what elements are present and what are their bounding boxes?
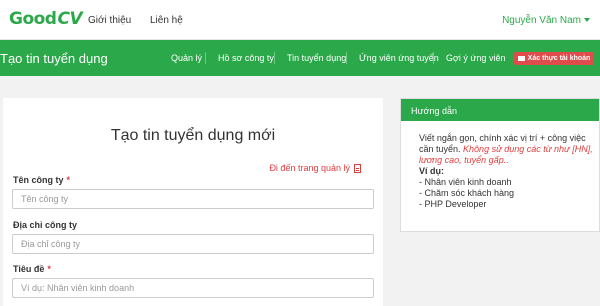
envelope-icon <box>517 56 525 61</box>
job-title-label-text: Tiêu đề <box>13 264 45 274</box>
guide-text-line: cần tuyển. Không sử dụng các từ như [HN]… <box>419 144 599 155</box>
guide-example-item: - PHP Developer <box>419 199 487 209</box>
company-name-label-text: Tên công ty <box>13 175 64 185</box>
nav-applicants[interactable]: Ứng viên ứng tuyển <box>359 53 439 63</box>
form-title: Tạo tin tuyển dụng mới <box>110 127 276 144</box>
guide-text-line: Viết ngắn gọn, chính xác vị trí + công v… <box>419 133 586 143</box>
guide-warning: Không sử dụng các từ như [HN], <box>463 144 593 154</box>
page-title: Tạo tin tuyển dụng <box>0 51 108 66</box>
nav-suggested-candidates[interactable]: Gợi ý ứng viên <box>446 53 505 63</box>
guide-heading: Hướng dẫn <box>401 99 599 121</box>
job-post-form-card: Tạo tin tuyển dụng mới Đi đến trang quản… <box>3 98 383 306</box>
nav-divider <box>205 52 206 64</box>
nav-job-posts[interactable]: Tin tuyển dụng <box>287 53 346 63</box>
company-name-input[interactable] <box>12 189 374 209</box>
logo-text-cv: CV <box>57 9 83 29</box>
guide-warning: lương cao, tuyển gấp.. <box>419 155 509 165</box>
guide-body: Viết ngắn gọn, chính xác vị trí + công v… <box>401 121 599 210</box>
nav-company-profile[interactable]: Hồ sơ công ty <box>218 53 274 63</box>
top-navbar: Good CV Giới thiệu Liên hệ Nguyễn Văn Nam <box>0 0 600 40</box>
nav-divider <box>346 52 347 64</box>
required-marker: * <box>47 264 51 274</box>
guide-example-item: - Chăm sóc khách hàng <box>419 188 515 198</box>
company-address-input[interactable] <box>12 234 374 254</box>
nav-link-about[interactable]: Giới thiệu <box>88 15 131 26</box>
user-name: Nguyễn Văn Nam <box>502 15 581 26</box>
nav-divider <box>274 52 275 64</box>
user-menu[interactable]: Nguyễn Văn Nam <box>502 15 590 26</box>
nav-divider <box>433 52 434 64</box>
job-title-label: Tiêu đề * <box>13 264 51 274</box>
goodcv-logo[interactable]: Good CV <box>9 8 83 30</box>
manage-link-label: Đi đến trang quản lý <box>269 163 350 173</box>
document-icon <box>354 163 361 173</box>
go-to-manage-link[interactable]: Đi đến trang quản lý <box>269 163 361 173</box>
employer-navbar: Tạo tin tuyển dụng Quản lý Hồ sơ công ty… <box>0 40 600 76</box>
nav-link-contact[interactable]: Liên hệ <box>150 15 183 26</box>
chevron-down-icon <box>584 18 590 22</box>
guide-text-fragment: cần tuyển. <box>419 144 461 154</box>
company-address-label: Địa chỉ công ty <box>13 220 78 230</box>
logo-text-good: Good <box>9 9 57 29</box>
required-marker: * <box>66 175 71 185</box>
job-title-input[interactable] <box>12 278 374 298</box>
company-name-label: Tên công ty * <box>13 175 70 185</box>
guide-panel: Hướng dẫn Viết ngắn gọn, chính xác vị tr… <box>400 98 600 232</box>
verify-button-label: Xác thực tài khoản <box>527 55 591 62</box>
guide-example-item: - Nhân viên kinh doanh <box>419 177 512 187</box>
nav-manage[interactable]: Quản lý <box>171 53 202 63</box>
guide-example-label: Ví dụ: <box>419 166 444 176</box>
verify-account-button[interactable]: Xác thực tài khoản <box>514 52 594 65</box>
